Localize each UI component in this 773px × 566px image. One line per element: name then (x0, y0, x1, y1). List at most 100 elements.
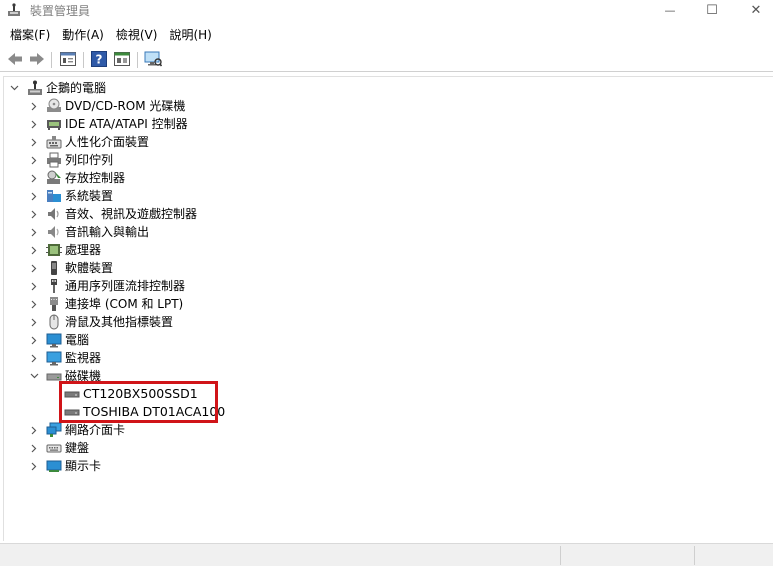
tree-item-processors[interactable]: 處理器 (29, 241, 101, 259)
forward-button[interactable] (27, 51, 47, 69)
chevron-right-icon[interactable] (29, 133, 39, 151)
processor-icon (46, 242, 62, 258)
tree-item-label: 處理器 (65, 243, 102, 257)
tree-item-computer[interactable]: 電腦 (29, 331, 89, 349)
minimize-button[interactable]: — (647, 0, 693, 20)
back-arrow-icon (7, 52, 23, 69)
tree-item-label: 存放控制器 (65, 171, 126, 185)
system-device-icon (46, 188, 62, 204)
storage-controller-icon (46, 170, 62, 186)
maximize-button[interactable]: ☐ (689, 0, 735, 20)
tree-item-ide[interactable]: IDE ATA/ATAPI 控制器 (29, 115, 188, 133)
tree-item-software-devices[interactable]: 軟體裝置 (29, 259, 113, 277)
tree-item-label: 音效、視訊及遊戲控制器 (65, 207, 198, 221)
display-adapter-icon (46, 458, 62, 474)
properties-icon (60, 51, 76, 69)
tree-item-label: 監視器 (65, 351, 102, 365)
tree-item-mice[interactable]: 滑鼠及其他指標裝置 (29, 313, 173, 331)
tree-item-print-queue[interactable]: 列印佇列 (29, 151, 113, 169)
audio-io-icon (46, 224, 62, 240)
tree-item-label: IDE ATA/ATAPI 控制器 (65, 117, 188, 131)
tree-item-keyboards[interactable]: 鍵盤 (29, 439, 89, 457)
menu-help[interactable]: 說明(H) (163, 25, 217, 45)
menu-action[interactable]: 動作(A) (56, 25, 110, 45)
chevron-right-icon[interactable] (29, 421, 39, 439)
chevron-down-icon[interactable] (9, 79, 19, 97)
mouse-icon (46, 314, 62, 330)
tree-item-sound-video[interactable]: 音效、視訊及遊戲控制器 (29, 205, 197, 223)
dvd-drive-icon (46, 98, 62, 114)
chevron-right-icon[interactable] (29, 259, 39, 277)
port-icon (46, 296, 62, 312)
menu-bar: 檔案(F) 動作(A) 檢視(V) 說明(H) (0, 25, 773, 45)
chevron-right-icon[interactable] (29, 205, 39, 223)
chevron-right-icon[interactable] (29, 241, 39, 259)
chevron-down-icon[interactable] (29, 367, 39, 385)
tree-item-label: 顯示卡 (65, 459, 102, 473)
software-device-icon (46, 260, 62, 276)
tree-item-ports[interactable]: 連接埠 (COM 和 LPT) (29, 295, 183, 313)
properties-button[interactable] (58, 51, 78, 69)
chevron-right-icon[interactable] (29, 349, 39, 367)
tree-root[interactable]: 企鵝的電腦 (9, 79, 106, 97)
ide-controller-icon (46, 116, 62, 132)
scan-hardware-button[interactable] (143, 51, 163, 69)
minimize-icon: — (664, 3, 676, 17)
tree-item-audio-io[interactable]: 音訊輸入與輸出 (29, 223, 149, 241)
tree-item-label: 網路介面卡 (65, 423, 126, 437)
help-button[interactable]: ? (89, 50, 109, 70)
tree-item-usb[interactable]: 通用序列匯流排控制器 (29, 277, 185, 295)
tree-item-display-adapters[interactable]: 顯示卡 (29, 457, 101, 475)
chevron-right-icon[interactable] (29, 457, 39, 475)
chevron-right-icon[interactable] (29, 169, 39, 187)
status-bar (0, 543, 773, 566)
tree-root-label: 企鵝的電腦 (46, 81, 107, 95)
tree-item-label: 通用序列匯流排控制器 (65, 279, 186, 293)
scan-hardware-icon (144, 51, 163, 70)
close-icon: ✕ (750, 2, 762, 18)
back-button[interactable] (5, 51, 25, 69)
status-pane (694, 546, 773, 565)
chevron-right-icon[interactable] (29, 331, 39, 349)
tree-item-label: DVD/CD-ROM 光碟機 (65, 99, 186, 113)
status-pane (560, 546, 694, 565)
chevron-right-icon[interactable] (29, 97, 39, 115)
computer-icon (27, 80, 43, 96)
toolbar: ? (0, 48, 773, 72)
tree-item-monitors[interactable]: 監視器 (29, 349, 101, 367)
device-manager-icon (7, 3, 21, 17)
tree-item-label: 滑鼠及其他指標裝置 (65, 315, 174, 329)
tree-item-label: 人性化介面裝置 (65, 135, 150, 149)
chevron-right-icon[interactable] (29, 187, 39, 205)
chevron-right-icon[interactable] (29, 115, 39, 133)
tree-item-label: 連接埠 (COM 和 LPT) (65, 297, 184, 311)
help-icon: ? (91, 50, 107, 70)
tree-item-label: 鍵盤 (65, 441, 90, 455)
chevron-right-icon[interactable] (29, 295, 39, 313)
highlight-box (59, 381, 218, 423)
usb-icon (46, 278, 62, 294)
maximize-icon: ☐ (706, 2, 718, 18)
menu-file[interactable]: 檔案(F) (0, 25, 56, 45)
tree-item-storage-controller[interactable]: 存放控制器 (29, 169, 125, 187)
toolbar-separator (137, 52, 138, 68)
keyboard-icon (46, 440, 62, 456)
monitor-icon (46, 332, 62, 348)
tree-item-hid[interactable]: 人性化介面裝置 (29, 133, 149, 151)
tree-item-system-devices[interactable]: 系統裝置 (29, 187, 113, 205)
chevron-right-icon[interactable] (29, 439, 39, 457)
tree-item-network-adapters[interactable]: 網路介面卡 (29, 421, 125, 439)
chevron-right-icon[interactable] (29, 313, 39, 331)
toolbar-separator (83, 52, 84, 68)
chevron-right-icon[interactable] (29, 151, 39, 169)
close-button[interactable]: ✕ (733, 0, 773, 20)
chevron-right-icon[interactable] (29, 223, 39, 241)
menu-view[interactable]: 檢視(V) (110, 25, 164, 45)
update-driver-button[interactable] (112, 51, 132, 69)
tree-item-label: 列印佇列 (65, 153, 114, 167)
device-tree: 企鵝的電腦 DVD/CD-ROM 光碟機 IDE ATA/ATAPI 控制器 人… (3, 76, 773, 541)
tree-item-dvd[interactable]: DVD/CD-ROM 光碟機 (29, 97, 185, 115)
chevron-right-icon[interactable] (29, 277, 39, 295)
window-title: 裝置管理員 (30, 4, 91, 18)
update-driver-icon (114, 51, 130, 69)
